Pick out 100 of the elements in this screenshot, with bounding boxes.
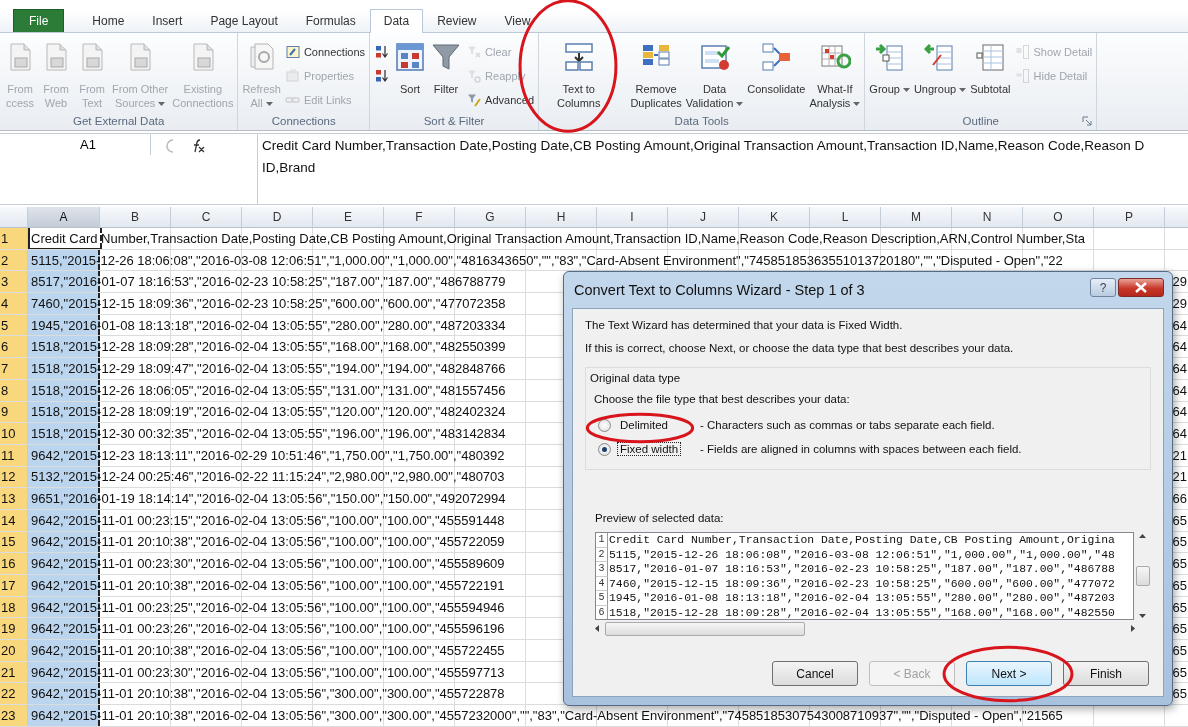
formula-field[interactable]: Credit Card Number,Transaction Date,Posting Date,CB Posting Amount,Original Transaction Amount,Transaction ID,Name,Reason Code,Reason D ID,Brand	[257, 134, 1188, 204]
column-header[interactable]: L	[810, 207, 881, 227]
column-header[interactable]: E	[313, 207, 384, 227]
ribbon-button[interactable]: Filter	[428, 39, 465, 98]
scrollbar-thumb[interactable]	[605, 621, 805, 636]
cell-text: 5115,"2015-12-26 18:06:08","2016-03-08 12:06:51","1,000.00","1,000.00","4816343650","","83","Card-Absent Environment","74585185363551013720180","","Disputed - Open","22	[30, 252, 1063, 268]
ribbon-tab[interactable]: Home	[78, 9, 139, 32]
cell-text: 29	[1172, 295, 1188, 311]
column-header[interactable]: J	[668, 207, 739, 227]
sort-ascending-icon	[374, 43, 391, 60]
row-header[interactable]: 19	[0, 618, 28, 640]
cell-text: 65	[1172, 686, 1188, 702]
column-header[interactable]: H	[526, 207, 597, 227]
finish-button[interactable]: Finish	[1063, 661, 1149, 686]
close-button[interactable]	[1118, 278, 1164, 297]
column-header[interactable]: O	[1023, 207, 1094, 227]
column-header[interactable]: I	[597, 207, 668, 227]
ribbon-button[interactable]: Connections	[282, 40, 368, 63]
caret-icon	[736, 102, 744, 107]
cell-text: 65	[1172, 577, 1188, 593]
row-header[interactable]: 10	[0, 423, 28, 444]
ribbon-button[interactable]: Remove Duplicates	[628, 39, 684, 112]
row-header[interactable]: 18	[0, 596, 28, 618]
cell-text: 9642,"2015-11-01 20:10:38","2016-02-04 13:05:56","100.00","100.00","455722191	[30, 577, 505, 593]
row-header[interactable]: 9	[0, 401, 28, 423]
cell-text: 1518,"2015-12-30 00:32:35","2016-02-04 13:05:55","196.00","196.00","483142834	[30, 426, 506, 442]
row-header[interactable]: 21	[0, 661, 28, 683]
row-header[interactable]: 14	[0, 509, 28, 531]
cell-text: 66	[1172, 491, 1188, 507]
connections-icon	[284, 43, 301, 60]
column-header[interactable]: D	[242, 207, 313, 227]
ribbon-tab[interactable]: Page Layout	[196, 9, 292, 32]
scroll-left-arrow[interactable]	[595, 625, 599, 632]
row-header[interactable]: 4	[0, 293, 28, 314]
text-to-columns-icon	[562, 41, 595, 73]
cell-text: 65	[1172, 642, 1188, 658]
scroll-right-arrow[interactable]	[1131, 625, 1135, 632]
cell-text: 64	[1172, 426, 1188, 442]
row-header[interactable]: 17	[0, 575, 28, 596]
row-header[interactable]: 15	[0, 531, 28, 553]
column-header[interactable]: F	[384, 207, 455, 227]
cell-text: 9642,"2015-11-01 00:23:30","2016-02-04 13:05:56","100.00","100.00","455589609	[30, 556, 505, 572]
option-label[interactable]: Fixed width	[617, 442, 682, 456]
column-header[interactable]: K	[739, 207, 810, 227]
ribbon-tab[interactable]: Review	[423, 9, 491, 32]
column-header[interactable]: G	[455, 207, 526, 227]
row-header[interactable]: 3	[0, 271, 28, 293]
column-header[interactable]: C	[171, 207, 242, 227]
scroll-up-arrow[interactable]	[1139, 534, 1146, 538]
file-tab[interactable]: File	[13, 9, 65, 32]
ribbon-button[interactable]: Sort	[392, 39, 429, 98]
group-icon	[873, 41, 906, 73]
dialog-launcher-icon[interactable]	[1082, 116, 1093, 126]
column-header[interactable]: A	[28, 207, 100, 227]
cell-text: 64	[1172, 339, 1188, 355]
row-header[interactable]: 23	[0, 705, 28, 726]
row-header[interactable]: 7	[0, 358, 28, 379]
row-header[interactable]: 22	[0, 683, 28, 705]
row-header[interactable]: 20	[0, 640, 28, 661]
hide-detail-icon	[1014, 67, 1031, 84]
funnel-icon	[430, 41, 463, 73]
cancel-button[interactable]: Cancel	[772, 661, 858, 686]
function-icon[interactable]	[191, 139, 205, 153]
ribbon-button[interactable]: Consolidate	[745, 39, 808, 98]
cell-text: 1518,"2015-12-28 18:09:19","2016-02-04 13:05:55","120.00","120.00","482402324	[30, 404, 506, 420]
line-number: 6	[596, 605, 608, 619]
ribbon-button[interactable]: Data Validation	[683, 39, 746, 112]
column-header[interactable]: B	[100, 207, 171, 227]
ribbon-tab[interactable]: Formulas	[291, 9, 370, 32]
row-header[interactable]: 6	[0, 336, 28, 358]
cell-text: 8517,"2016-01-07 18:16:53","2016-02-23 10:58:25","187.00","187.00","486788779	[30, 274, 506, 290]
radio-button[interactable]	[598, 442, 611, 456]
ribbon-button[interactable]: Group	[867, 39, 912, 98]
column-header[interactable]: M	[881, 207, 952, 227]
next-button[interactable]: Next >	[966, 661, 1052, 686]
name-box[interactable]: A1	[0, 137, 176, 152]
row-header[interactable]: 2	[0, 249, 28, 271]
scrollbar-thumb[interactable]	[1135, 566, 1150, 586]
ribbon-button[interactable]: Subtotal	[968, 39, 1013, 98]
row-header[interactable]: 8	[0, 379, 28, 401]
ribbon-button[interactable]: Ungroup	[911, 39, 969, 98]
sort-descending-icon	[374, 67, 391, 84]
row-header[interactable]: 13	[0, 488, 28, 509]
row-header[interactable]: 12	[0, 466, 28, 488]
ribbon-button[interactable]: What-If Analysis	[807, 39, 863, 112]
preview-line: 8517,"2016-01-07 18:16:53","2016-02-23 10:58:25","187.00","187.00","486788	[608, 562, 1115, 577]
row-header[interactable]: 1	[0, 228, 28, 249]
help-button[interactable]: ?	[1090, 278, 1116, 297]
ribbon-tab[interactable]: Insert	[138, 9, 197, 32]
column-header[interactable]: N	[952, 207, 1023, 227]
cell-text: Credit Card Number,Transaction Date,Posting Date,CB Posting Amount,Original Transaction Amount,Transaction ID,Name,Reason Code,Reason Description,ARN,Control Number,Sta	[30, 230, 1085, 246]
row-header[interactable]: 5	[0, 314, 28, 336]
caret-icon	[158, 102, 166, 107]
row-header[interactable]: 16	[0, 553, 28, 574]
column-header[interactable]: P	[1094, 207, 1165, 227]
ribbon-tab[interactable]: Data	[369, 9, 424, 33]
scroll-down-arrow[interactable]	[1139, 614, 1146, 618]
cell-text: 1518,"2015-12-26 18:06:05","2016-02-04 13:05:55","131.00","131.00","481557456	[30, 382, 506, 398]
ribbon-tab[interactable]: View	[490, 9, 545, 32]
row-header[interactable]: 11	[0, 444, 28, 466]
